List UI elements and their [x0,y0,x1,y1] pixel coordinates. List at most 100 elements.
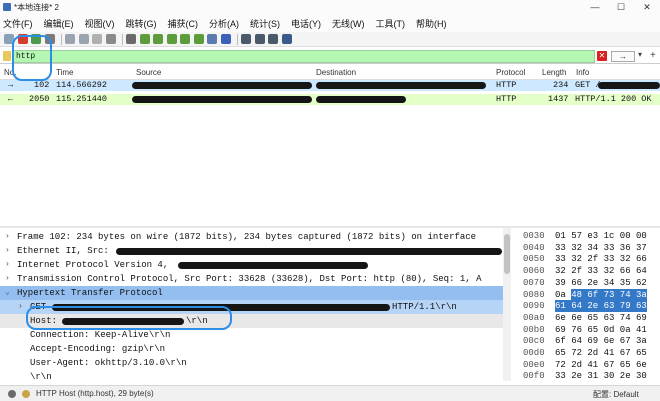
hex-row[interactable]: 0040 33 32 34 33 36 37 [512,242,660,254]
go-back-icon[interactable] [139,34,150,44]
expand-arrow-icon[interactable]: › [5,230,10,244]
close-file-icon[interactable] [92,34,102,44]
resize-columns-icon[interactable] [281,34,292,44]
col-info[interactable]: Info [576,68,589,77]
add-filter-button[interactable]: + [650,50,656,61]
detail-accept-encoding[interactable]: Accept-Encoding: gzip\r\n [0,342,506,356]
stop-capture-icon[interactable] [17,34,28,44]
expand-arrow-icon[interactable]: › [18,300,23,314]
autoscroll-icon[interactable] [207,34,217,44]
display-filter-input[interactable] [12,50,595,63]
hex-row[interactable]: 00b0 69 76 65 0d 0a 41 [512,324,660,336]
col-source[interactable]: Source [136,68,161,77]
detail-ethernet[interactable]: › Ethernet II, Src: [0,244,506,258]
hex-row[interactable]: 0050 33 32 2f 33 32 66 [512,253,660,265]
hex-selected-bytes: 48 6f 73 74 3a [571,288,647,301]
capture-comments-icon[interactable] [22,390,30,398]
zoom-out-icon[interactable] [254,34,265,44]
col-no[interactable]: No. [4,68,16,77]
go-first-icon[interactable] [180,34,190,44]
detail-text-suffix: \r\n [186,316,208,326]
zoom-in-icon[interactable] [241,34,251,44]
hex-row[interactable]: 00d0 65 72 2d 41 67 65 [512,347,660,359]
menu-telephony[interactable]: 电话(Y) [291,17,321,30]
packet-row[interactable]: → 102 114.566292 HTTP 234 GET / ... [0,80,660,91]
detail-connection[interactable]: Connection: Keep-Alive\r\n [0,328,506,342]
hex-row[interactable]: 00a0 6e 6e 65 63 74 69 [512,312,660,324]
menu-wireless[interactable]: 无线(W) [332,17,365,30]
menu-statistics[interactable]: 统计(S) [250,17,280,30]
status-profile[interactable]: 配置: Default [593,389,639,400]
detail-frame[interactable]: › Frame 102: 234 bytes on wire (1872 bit… [0,230,506,244]
expand-arrow-icon[interactable]: › [5,258,10,272]
clear-filter-icon[interactable]: ✕ [597,51,607,61]
shark-fin-icon[interactable] [4,34,14,44]
go-last-icon[interactable] [193,34,204,44]
menu-help[interactable]: 帮助(H) [416,17,447,30]
hex-row[interactable]: 009061 64 2e 63 79 6361 64 2e 63 79 63 [512,300,660,313]
detail-ip[interactable]: › Internet Protocol Version 4, [0,258,506,272]
minimize-button[interactable]: — [582,0,608,15]
hex-row[interactable]: 00c0 6f 64 69 6e 67 3a [512,335,660,347]
reload-icon[interactable] [105,34,116,44]
go-forward-icon[interactable] [153,34,163,44]
close-button[interactable]: ✕ [634,0,660,15]
detail-text: GET [30,302,47,312]
hex-row[interactable]: 0070 39 66 2e 34 35 62 [512,277,660,289]
collapse-arrow-icon[interactable]: ⌄ [5,286,10,300]
detail-text: User-Agent: okhttp/3.10.0\r\n [30,358,187,368]
hex-row[interactable]: 0030 01 57 e3 1c 00 00 [512,230,660,242]
hex-bytes: 39 66 2e 34 35 62 [555,277,647,288]
detail-crlf[interactable]: \r\n [0,370,506,381]
hex-row[interactable]: 00800a 48 6f 73 74 3a48 6f 73 74 3a [512,288,660,301]
hex-row[interactable]: 00f0 33 2e 31 30 2e 30 [512,370,660,381]
expand-arrow-icon[interactable]: › [5,272,10,286]
colorize-icon[interactable] [220,34,231,44]
hex-offset: 0080 [523,289,545,300]
details-scrollbar[interactable] [503,228,511,381]
bookmark-icon[interactable] [3,51,11,61]
capture-options-icon[interactable] [44,34,55,44]
scrollbar-thumb[interactable] [504,234,510,274]
detail-tcp[interactable]: › Transmission Control Protocol, Src Por… [0,272,506,286]
menu-file[interactable]: 文件(F) [3,17,33,30]
detail-user-agent[interactable]: User-Agent: okhttp/3.10.0\r\n [0,356,506,370]
hex-offset: 00e0 [523,359,545,370]
expert-info-icon[interactable] [8,390,16,398]
zoom-normal-icon[interactable] [268,34,278,44]
hex-offset: 0050 [523,254,545,265]
redacted-source [132,96,312,103]
open-file-icon[interactable] [65,34,75,44]
hex-row[interactable]: 00e0 72 2d 41 67 65 6e [512,359,660,371]
menu-edit[interactable]: 编辑(E) [44,17,74,30]
maximize-button[interactable]: ☐ [608,0,634,15]
go-to-packet-icon[interactable] [166,34,177,44]
detail-host[interactable]: Host: \r\n [0,314,506,328]
apply-filter-button[interactable]: → [611,51,635,62]
hex-row[interactable]: 0060 32 2f 33 32 66 64 [512,265,660,277]
packet-row[interactable]: ← 2050 115.251440 HTTP 1437 HTTP/1.1 200… [0,94,660,105]
toolbar-separator [122,33,123,45]
menu-go[interactable]: 跳转(G) [126,17,157,30]
main-toolbar [0,32,660,47]
col-destination[interactable]: Destination [316,68,356,77]
expand-arrow-icon[interactable]: › [5,244,10,258]
detail-http[interactable]: ⌄ Hypertext Transfer Protocol [0,286,506,300]
menu-capture[interactable]: 捕获(C) [168,17,199,30]
col-length[interactable]: Length [542,68,566,77]
save-file-icon[interactable] [78,34,89,44]
redacted-destination [316,82,486,89]
filter-history-dropdown[interactable]: ▾ [638,50,642,59]
hex-offset: 0090 [523,301,545,312]
hex-bytes: 32 2f 33 32 66 64 [555,266,647,277]
menu-tools[interactable]: 工具(T) [376,17,406,30]
restart-capture-icon[interactable] [31,34,41,44]
menu-analyze[interactable]: 分析(A) [209,17,239,30]
detail-http-request-line[interactable]: › GET HTTP/1.1\r\n [0,300,506,314]
status-bar: HTTP Host (http.host), 29 byte(s) 配置: De… [0,385,660,401]
menu-view[interactable]: 视图(V) [85,17,115,30]
col-time[interactable]: Time [56,68,73,77]
direction-arrow-icon: ← [8,94,14,104]
find-packet-icon[interactable] [126,34,136,44]
col-protocol[interactable]: Protocol [496,68,525,77]
